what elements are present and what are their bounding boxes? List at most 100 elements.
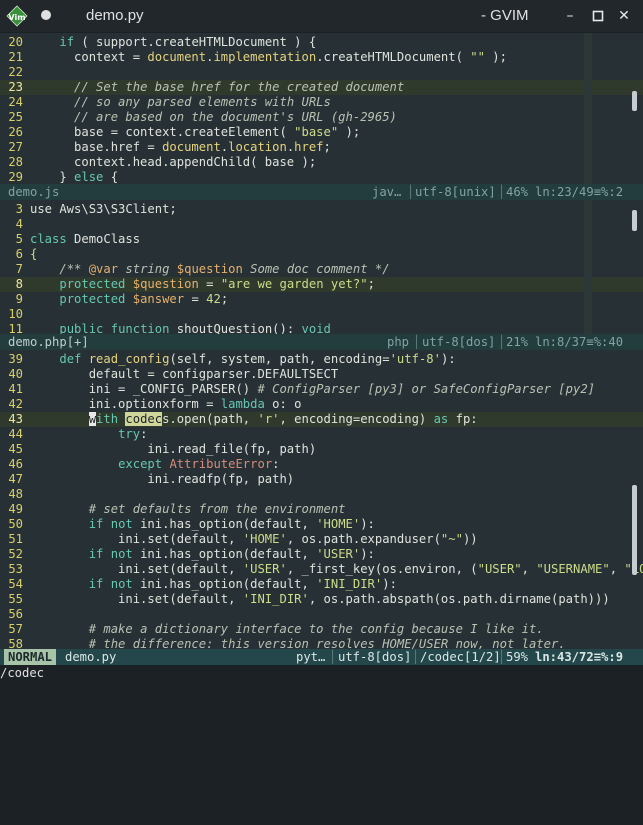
code-token: ): xyxy=(440,352,456,366)
line-number: 56 xyxy=(8,607,23,621)
line-number: 45 xyxy=(8,442,23,456)
code-line[interactable]: 21 context = document.implementation.cre… xyxy=(0,50,643,65)
code-line[interactable]: 7 /** @var string $question Some doc com… xyxy=(0,262,643,277)
line-number: 27 xyxy=(8,140,23,154)
code-token: if xyxy=(88,547,104,561)
line-number: 58 xyxy=(8,637,23,649)
editor-pane-js[interactable]: 29 } else {28 context.head.appendChild( … xyxy=(0,33,643,184)
code-token: document xyxy=(162,140,221,154)
code-line[interactable]: 25 // are based on the document's URL (g… xyxy=(0,110,643,125)
command-line[interactable]: /codec xyxy=(0,666,643,682)
code-token: 'r' xyxy=(257,412,280,426)
code-token: ini = _CONFIG_PARSER() xyxy=(30,382,258,396)
code-line[interactable]: 42 ini.optionxform = lambda o: o xyxy=(0,397,643,412)
code-token: base.href = xyxy=(30,140,163,154)
line-number: 11 xyxy=(8,322,23,334)
code-token: as xyxy=(433,412,449,426)
line-number: 53 xyxy=(8,562,23,576)
line-number: 6 xyxy=(15,247,23,261)
code-line[interactable]: 41 ini = _CONFIG_PARSER() # ConfigParser… xyxy=(0,382,643,397)
code-line[interactable]: 28 context.head.appendChild( base ); xyxy=(0,155,643,170)
code-token: "base" xyxy=(294,125,339,139)
code-token: 'HOME' xyxy=(316,517,361,531)
code-line[interactable]: 46 except AttributeError: xyxy=(0,457,643,472)
code-token: ini.set(default, xyxy=(30,592,243,606)
line-number: 5 xyxy=(15,232,23,246)
scrollbar-thumb[interactable] xyxy=(632,485,637,575)
code-token: shoutQuestion(): xyxy=(169,322,302,334)
code-token: : xyxy=(272,457,280,471)
code-line[interactable]: 57 # make a dictionary interface to the … xyxy=(0,622,643,637)
code-token: ): xyxy=(360,517,375,531)
scrollbar-thumb[interactable] xyxy=(632,210,637,231)
code-line[interactable]: 53 ini.set(default, 'USER', _first_key(o… xyxy=(0,562,643,577)
code-token: ); xyxy=(484,50,507,64)
code-line[interactable]: 50 if not ini.has_option(default, 'HOME'… xyxy=(0,517,643,532)
status-line-php: demo.php[+] php │ utf-8[dos] │ 21% ln:8/… xyxy=(0,334,643,350)
code-line[interactable]: 43 with codecs.open(path, 'r', encoding=… xyxy=(0,412,643,427)
code-line[interactable]: 27 base.href = document.location.href; xyxy=(0,140,643,155)
code-line[interactable]: 3 use Aws\S3\S3Client; xyxy=(0,202,643,217)
code-line[interactable]: 49 # set defaults from the environment xyxy=(0,502,643,517)
code-line[interactable]: 51 ini.set(default, 'HOME', os.path.expa… xyxy=(0,532,643,547)
code-line[interactable]: 6{ xyxy=(0,247,643,262)
code-line[interactable]: 22 xyxy=(0,65,643,80)
status-percent: 46% xyxy=(506,185,529,199)
close-icon[interactable]: ✕ xyxy=(615,7,633,25)
code-token: // are based on the document's URL (gh-2… xyxy=(74,110,397,124)
code-line[interactable]: 39 def read_config(self, system, path, e… xyxy=(0,352,643,367)
code-token: # the difference: this version resolves … xyxy=(88,637,566,649)
code-line[interactable]: 10 xyxy=(0,307,643,322)
code-token: ; xyxy=(323,140,331,154)
code-line[interactable]: 55 ini.set(default, 'INI_DIR', os.path.a… xyxy=(0,592,643,607)
code-line[interactable]: 44 try: xyxy=(0,427,643,442)
code-token: $answer xyxy=(132,292,185,306)
code-line[interactable]: 11 public function shoutQuestion(): void xyxy=(0,322,643,334)
line-number: 41 xyxy=(8,382,23,396)
code-token: void xyxy=(301,322,331,334)
line-number: 39 xyxy=(8,352,23,366)
code-line[interactable]: 52 if not ini.has_option(default, 'USER'… xyxy=(0,547,643,562)
status-line-py: NORMAL demo.py pyt… │ utf-8[dos] │ /code… xyxy=(0,649,643,665)
code-line[interactable]: 8 protected $question = "are we garden y… xyxy=(0,277,643,292)
code-token: // Set the base href for the created doc… xyxy=(74,80,405,94)
code-line[interactable]: 5 class DemoClass xyxy=(0,232,643,247)
code-line[interactable]: 40 default = configparser.DEFAULTSECT xyxy=(0,367,643,382)
editor-pane-php[interactable]: 11 public function shoutQuestion(): void… xyxy=(0,200,643,334)
code-line[interactable]: 23 // Set the base href for the created … xyxy=(0,80,643,95)
code-line[interactable]: 58 # the difference: this version resolv… xyxy=(0,637,643,649)
code-token: try xyxy=(118,427,141,441)
maximize-icon[interactable] xyxy=(589,7,607,25)
scrollbar-thumb[interactable] xyxy=(632,91,637,111)
code-line[interactable]: 9 protected $answer = 42; xyxy=(0,292,643,307)
code-line[interactable]: 29 } else { xyxy=(0,170,643,184)
line-number: 46 xyxy=(8,457,23,471)
code-token: , os.path.expanduser( xyxy=(286,532,441,546)
code-token: ): xyxy=(382,577,397,591)
code-line[interactable]: 56 xyxy=(0,607,643,622)
code-line[interactable]: 47 ini.readfp(fp, path) xyxy=(0,472,643,487)
minimize-icon[interactable]: – xyxy=(561,7,579,25)
code-line[interactable]: 20 if ( support.createHTMLDocument ) { xyxy=(0,35,643,50)
code-line[interactable]: 48 xyxy=(0,487,643,502)
line-number: 54 xyxy=(8,577,23,591)
editor-pane-py[interactable]: 58 # the difference: this version resolv… xyxy=(0,350,643,649)
status-encoding: utf-8[unix] xyxy=(415,185,496,199)
code-token: implementation xyxy=(213,50,317,64)
code-line[interactable]: 26 base = context.createElement( "base" … xyxy=(0,125,643,140)
code-token: ini.set(default, xyxy=(30,562,243,576)
code-token: ini.has_option(default, xyxy=(132,547,317,561)
code-line[interactable]: 45 ini.read_file(fp, path) xyxy=(0,442,643,457)
code-token: document xyxy=(147,50,207,64)
code-line[interactable]: 54 if not ini.has_option(default, 'INI_D… xyxy=(0,577,643,592)
code-line[interactable]: 4 xyxy=(0,217,643,232)
line-number: 29 xyxy=(8,170,23,184)
code-token: "USERNAME" xyxy=(536,562,610,576)
code-token: 'USER' xyxy=(242,562,287,576)
code-line[interactable]: 24 // so any parsed elements with URLs xyxy=(0,95,643,110)
